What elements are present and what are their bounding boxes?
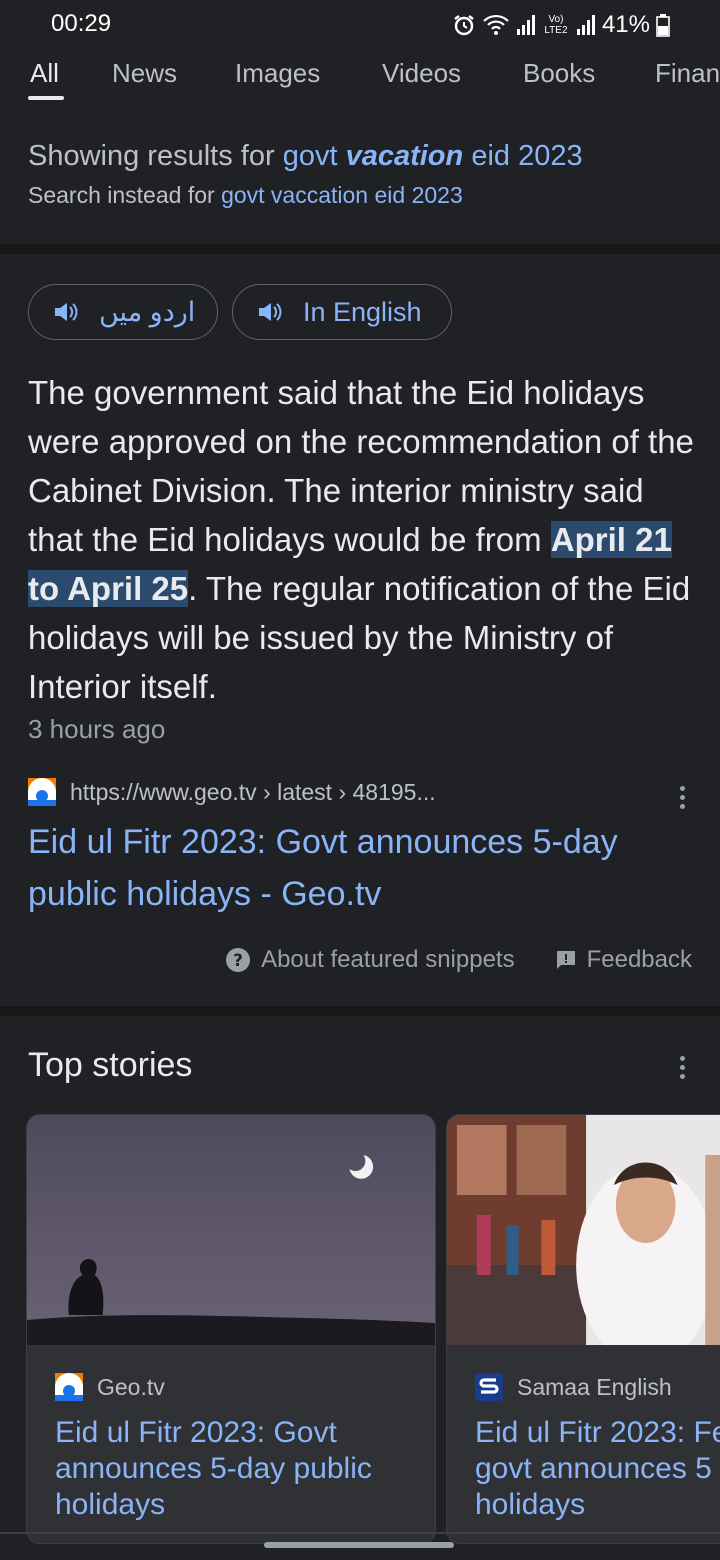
snippet-time: 3 hours ago (28, 714, 166, 744)
story-source-name: Samaa English (517, 1373, 672, 1400)
alarm-icon (454, 15, 474, 36)
about-featured-snippets-label: About featured snippets (261, 946, 515, 973)
story-card[interactable]: Samaa English Eid ul Fitr 2023: Fe govt … (446, 1114, 720, 1544)
feedback-link[interactable]: Feedback (555, 946, 692, 974)
tab-news[interactable]: News (112, 58, 177, 89)
signal-2-icon (576, 15, 595, 35)
listen-urdu-button[interactable]: اردو میں (28, 284, 218, 340)
corrected-query-link[interactable]: govt vacation eid 2023 (283, 140, 583, 172)
search-tabs: All News Images Videos Books Finance (0, 52, 720, 104)
battery-icon (656, 14, 670, 37)
wifi-icon (483, 14, 509, 35)
samaa-favicon-icon (475, 1373, 503, 1401)
featured-snippet-text: The government said that the Eid holiday… (28, 368, 698, 711)
tab-finance[interactable]: Finance (655, 58, 720, 89)
corrected-word-eid: eid 2023 (471, 140, 583, 172)
corrected-word-govt: govt (282, 140, 338, 172)
result-title-link[interactable]: Eid ul Fitr 2023: Govt announces 5-day p… (28, 816, 688, 920)
help-icon: ? (226, 948, 251, 972)
search-instead-label: Search instead for (28, 182, 215, 208)
top-stories-heading: Top stories (28, 1046, 193, 1084)
snippet-footer: ? About featured snippets Feedback (225, 946, 692, 974)
section-divider (0, 244, 720, 254)
status-icons: Vo) LTE2 41% (452, 11, 670, 39)
geo-tv-favicon-icon (28, 778, 56, 806)
speaker-icon (55, 303, 78, 321)
feedback-label: Feedback (586, 946, 692, 973)
story-card[interactable]: Geo.tv Eid ul Fitr 2023: Govt announces … (26, 1114, 436, 1544)
story-title[interactable]: Eid ul Fitr 2023: Govt announces 5-day p… (55, 1415, 415, 1523)
listen-english-button[interactable]: In English (232, 284, 452, 340)
top-stories-more-icon[interactable] (678, 1056, 686, 1079)
story-source: Samaa English (475, 1373, 672, 1401)
story-source: Geo.tv (55, 1373, 165, 1401)
nav-bar-divider (0, 1532, 720, 1534)
feedback-icon (556, 951, 575, 969)
battery-percent: 41% (601, 11, 650, 38)
story-image-crescent-moon (27, 1115, 435, 1345)
active-tab-indicator (28, 96, 64, 100)
status-bar: 00:29 Vo) LTE2 41% (0, 0, 720, 52)
spelling-correction: Showing results for govt vacation eid 20… (28, 140, 583, 209)
story-title[interactable]: Eid ul Fitr 2023: Fe govt announces 5 ho… (475, 1415, 720, 1523)
home-gesture-bar[interactable] (264, 1542, 454, 1548)
original-query-link[interactable]: govt vaccation eid 2023 (221, 182, 463, 208)
svg-text:?: ? (233, 951, 243, 971)
tab-all[interactable]: All (30, 58, 59, 89)
geo-tv-favicon-icon (55, 1373, 83, 1401)
result-url: https://www.geo.tv › latest › 48195... (70, 778, 436, 805)
result-source[interactable]: https://www.geo.tv › latest › 48195... (28, 778, 436, 806)
listen-english-label: In English (303, 296, 422, 327)
signal-icon (516, 15, 535, 35)
tab-videos[interactable]: Videos (382, 58, 461, 89)
story-image-eid-celebration (447, 1115, 720, 1345)
speaker-icon (259, 303, 282, 321)
corrected-word-vacation: vacation (345, 140, 464, 172)
section-divider (0, 1006, 720, 1016)
tab-books[interactable]: Books (523, 58, 595, 89)
network-label: Vo) LTE2 (544, 14, 568, 36)
showing-results-label: Showing results for (28, 140, 275, 172)
about-featured-snippets-link[interactable]: ? About featured snippets (225, 946, 515, 974)
listen-urdu-label: اردو میں (99, 296, 196, 327)
story-source-name: Geo.tv (97, 1373, 165, 1400)
result-more-icon[interactable] (678, 786, 686, 809)
tab-images[interactable]: Images (235, 58, 320, 89)
status-time: 00:29 (51, 10, 112, 37)
